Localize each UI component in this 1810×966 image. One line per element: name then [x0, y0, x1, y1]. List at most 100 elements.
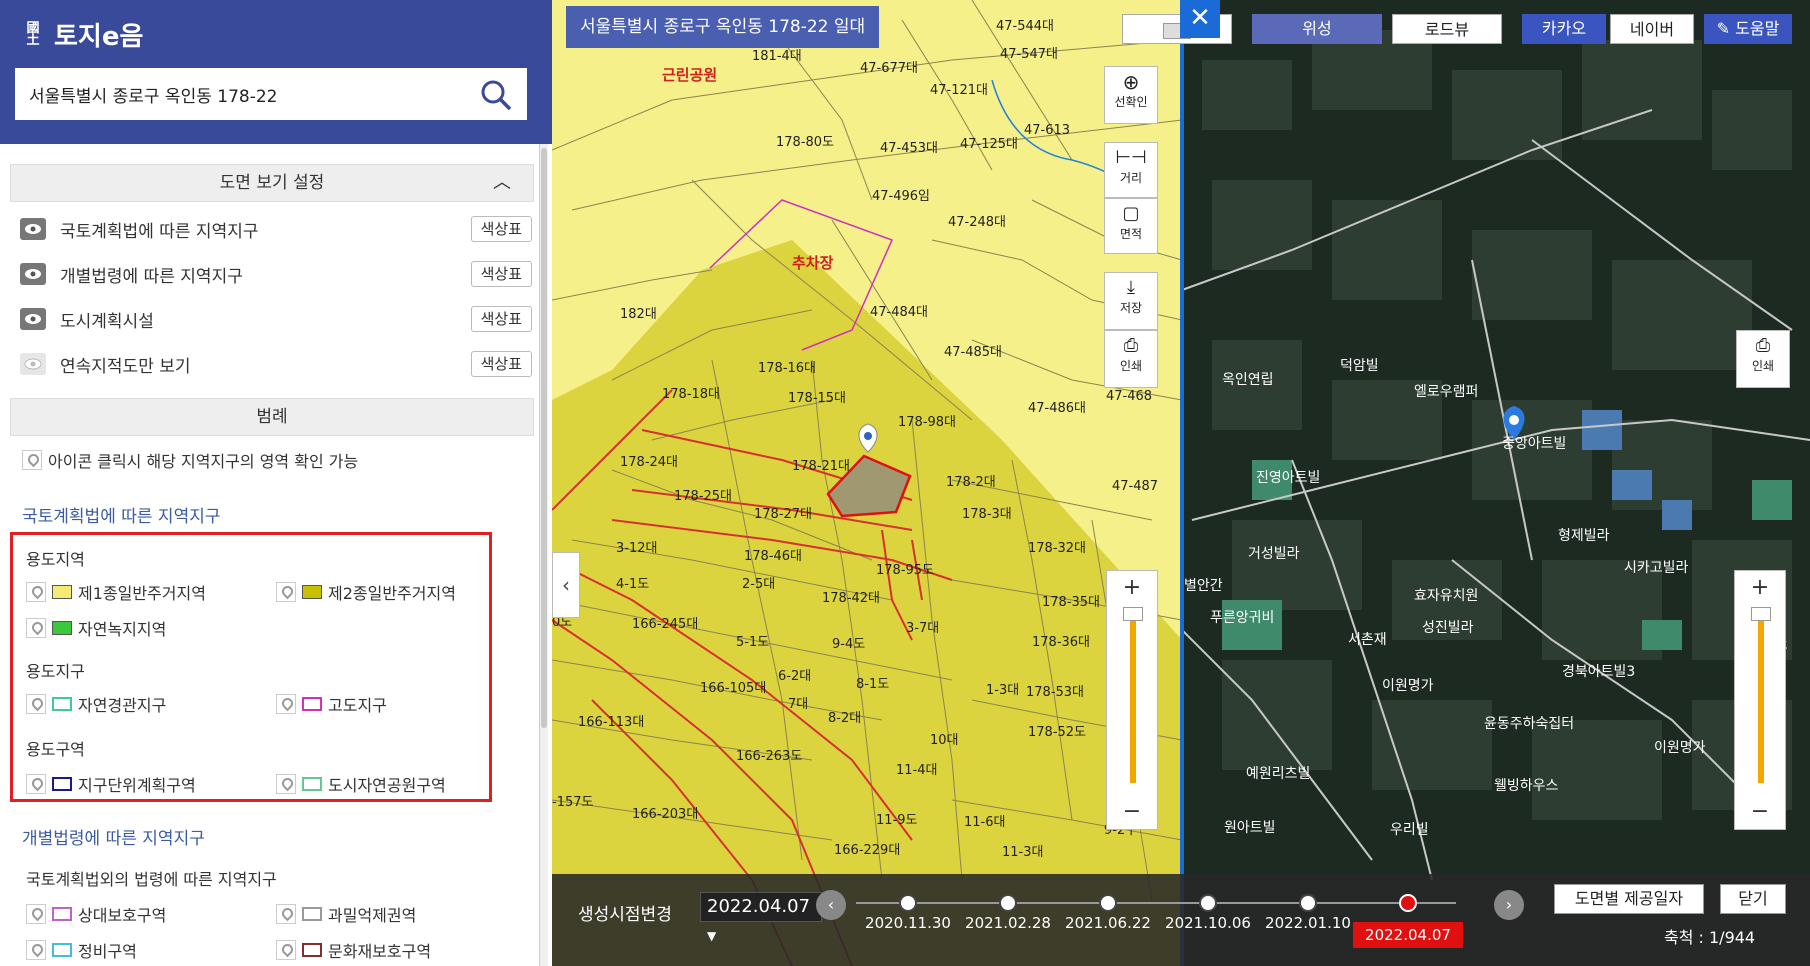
legend-item[interactable]: 자연경관지구 [26, 692, 166, 716]
zoom-slider[interactable] [1735, 605, 1785, 795]
view-settings-toggle[interactable]: 도면 보기 설정 ︿ [10, 164, 534, 202]
timeline-prev-button[interactable]: ‹ [816, 890, 846, 920]
eye-icon[interactable] [20, 218, 46, 240]
parcel-label: 6-2대 [778, 669, 811, 684]
eye-icon[interactable] [20, 353, 46, 375]
timeline-date[interactable]: 2022.01.10 [1253, 914, 1363, 932]
print-tool[interactable]: ⎙ 인쇄 [1104, 330, 1158, 388]
legend-item[interactable]: 자연녹지지역 [26, 616, 166, 640]
zoom-handle[interactable] [1123, 607, 1143, 621]
legend-item[interactable]: 상대보호구역 [26, 902, 166, 926]
timeline-date[interactable]: 2021.06.22 [1053, 914, 1163, 932]
help-button[interactable]: ✎ 도움말 [1704, 14, 1792, 44]
legend-item-label: 제2종일반주거지역 [328, 584, 456, 603]
legend-item[interactable]: 정비구역 [26, 938, 137, 962]
line-check-tool[interactable]: ⊕ 선확인 [1104, 66, 1158, 124]
legend-item-label: 자연경관지구 [78, 696, 167, 715]
timeline-dot[interactable] [899, 894, 917, 912]
chevron-left-icon: ‹ [562, 573, 570, 597]
sidebar-scrollbar[interactable] [540, 144, 548, 966]
timeline-dot[interactable] [1099, 894, 1117, 912]
naver-button[interactable]: 네이버 [1610, 14, 1694, 44]
zoom-control-left[interactable]: + − [1106, 570, 1158, 830]
zoom-slider[interactable] [1107, 605, 1157, 795]
date-select[interactable]: 2022.04.07 ▼ [700, 892, 822, 943]
location-pin-icon[interactable] [26, 582, 46, 602]
satellite-label: 푸른앙귀비 [1210, 610, 1274, 626]
parcel-label: 4-1도 [616, 577, 649, 592]
place-label: 추차장 [792, 254, 834, 272]
area-icon: ▢ [1122, 203, 1140, 224]
color-table-button[interactable]: 색상표 [470, 351, 532, 377]
location-pin-icon[interactable] [26, 904, 46, 924]
zoom-in-button[interactable]: + [1735, 571, 1785, 605]
zoom-in-button[interactable]: + [1107, 571, 1157, 605]
color-table-button[interactable]: 색상표 [470, 216, 532, 242]
timeline-dot[interactable] [999, 894, 1017, 912]
printer-icon: ⎙ [1755, 335, 1771, 356]
area-tool[interactable]: ▢ 면적 [1104, 198, 1158, 254]
naver-label: 네이버 [1629, 20, 1675, 39]
timeline-date[interactable]: 2022.04.07 [1353, 922, 1463, 948]
search-icon[interactable] [479, 78, 513, 117]
parcel-label: 166-245대 [632, 617, 698, 632]
map-area[interactable]: 181-4대 47-677대 47-547대 47-544대 47-121대 178-80… [552, 0, 1810, 966]
legend-item[interactable]: 제1종일반주거지역 [26, 580, 206, 604]
location-pin-icon[interactable] [276, 694, 296, 714]
timeline-date[interactable]: 2021.02.28 [953, 914, 1063, 932]
close-button[interactable]: 닫기 [1720, 884, 1786, 914]
location-pin-icon[interactable] [276, 774, 296, 794]
tool-label: 인쇄 [1119, 359, 1143, 373]
timeline-next-button[interactable]: › [1494, 890, 1524, 920]
option-national-plan[interactable]: 국토계획법에 따른 지역지구 색상표 [20, 214, 532, 244]
timeline-dot[interactable] [1199, 894, 1217, 912]
color-table-button[interactable]: 색상표 [470, 261, 532, 287]
satellite-button[interactable]: 위성 [1252, 14, 1382, 44]
parcel-label: 5-1도 [736, 635, 769, 650]
kakao-button[interactable]: 카카오 [1522, 14, 1606, 44]
distance-tool[interactable]: ⊢⊣ 거리 [1104, 142, 1158, 198]
map-canvas[interactable]: 181-4대 47-677대 47-547대 47-544대 47-121대 178-80… [552, 0, 1810, 966]
legend-item[interactable]: 제2종일반주거지역 [276, 580, 456, 604]
location-pin-icon[interactable] [276, 904, 296, 924]
color-table-button[interactable]: 색상표 [470, 306, 532, 332]
logo[interactable]: 國土 토지e음 [20, 16, 143, 53]
provide-date-button[interactable]: 도면별 제공일자 [1554, 884, 1704, 914]
location-pin-icon[interactable] [26, 694, 46, 714]
legend-item[interactable]: 고도지구 [276, 692, 387, 716]
eye-icon[interactable] [20, 308, 46, 330]
location-pin-icon[interactable] [26, 774, 46, 794]
timeline-date[interactable]: 2021.10.06 [1153, 914, 1263, 932]
tool-label: 인쇄 [1751, 359, 1775, 373]
parcel-label: 178-98대 [898, 415, 956, 430]
print-right-tool[interactable]: ⎙ 인쇄 [1736, 330, 1790, 388]
timeline-date[interactable]: 2020.11.30 [853, 914, 963, 932]
zoom-out-button[interactable]: − [1735, 795, 1785, 829]
option-cadastral-only[interactable]: 연속지적도만 보기 색상표 [20, 349, 532, 379]
zoom-handle[interactable] [1751, 607, 1771, 621]
parcel-label: 178-36대 [1032, 635, 1090, 650]
collapse-sidebar-button[interactable]: ‹ [552, 552, 580, 618]
legend-item[interactable]: 도시자연공원구역 [276, 772, 446, 796]
option-urban-facility[interactable]: 도시계획시설 색상표 [20, 304, 532, 334]
zoom-out-button[interactable]: − [1107, 795, 1157, 829]
tool-label: 면적 [1119, 227, 1143, 241]
option-individual-law[interactable]: 개별법령에 따른 지역지구 색상표 [20, 259, 532, 289]
zoom-control-right[interactable]: + − [1734, 570, 1786, 830]
scrollbar-thumb[interactable] [541, 148, 547, 728]
eye-icon[interactable] [20, 263, 46, 285]
location-pin-icon[interactable] [276, 940, 296, 960]
roadview-button[interactable]: 로드뷰 [1392, 14, 1502, 44]
legend-item[interactable]: 지구단위계획구역 [26, 772, 196, 796]
legend-item[interactable]: 과밀억제권역 [276, 902, 416, 926]
save-tool[interactable]: ⤓ 저장 [1104, 272, 1158, 330]
search-input[interactable]: 서울특별시 종로구 옥인동 178-22 [15, 68, 527, 120]
location-pin-icon[interactable] [26, 940, 46, 960]
location-pin-icon[interactable] [276, 582, 296, 602]
legend-note: 아이콘 클릭시 해당 지역지구의 영역 확인 가능 [22, 448, 358, 472]
timeline-dot[interactable] [1299, 894, 1317, 912]
close-split-button[interactable]: ✕ [1180, 0, 1220, 38]
location-pin-icon[interactable] [26, 618, 46, 638]
timeline-dot[interactable] [1399, 894, 1417, 912]
legend-item[interactable]: 문화재보호구역 [276, 938, 431, 962]
